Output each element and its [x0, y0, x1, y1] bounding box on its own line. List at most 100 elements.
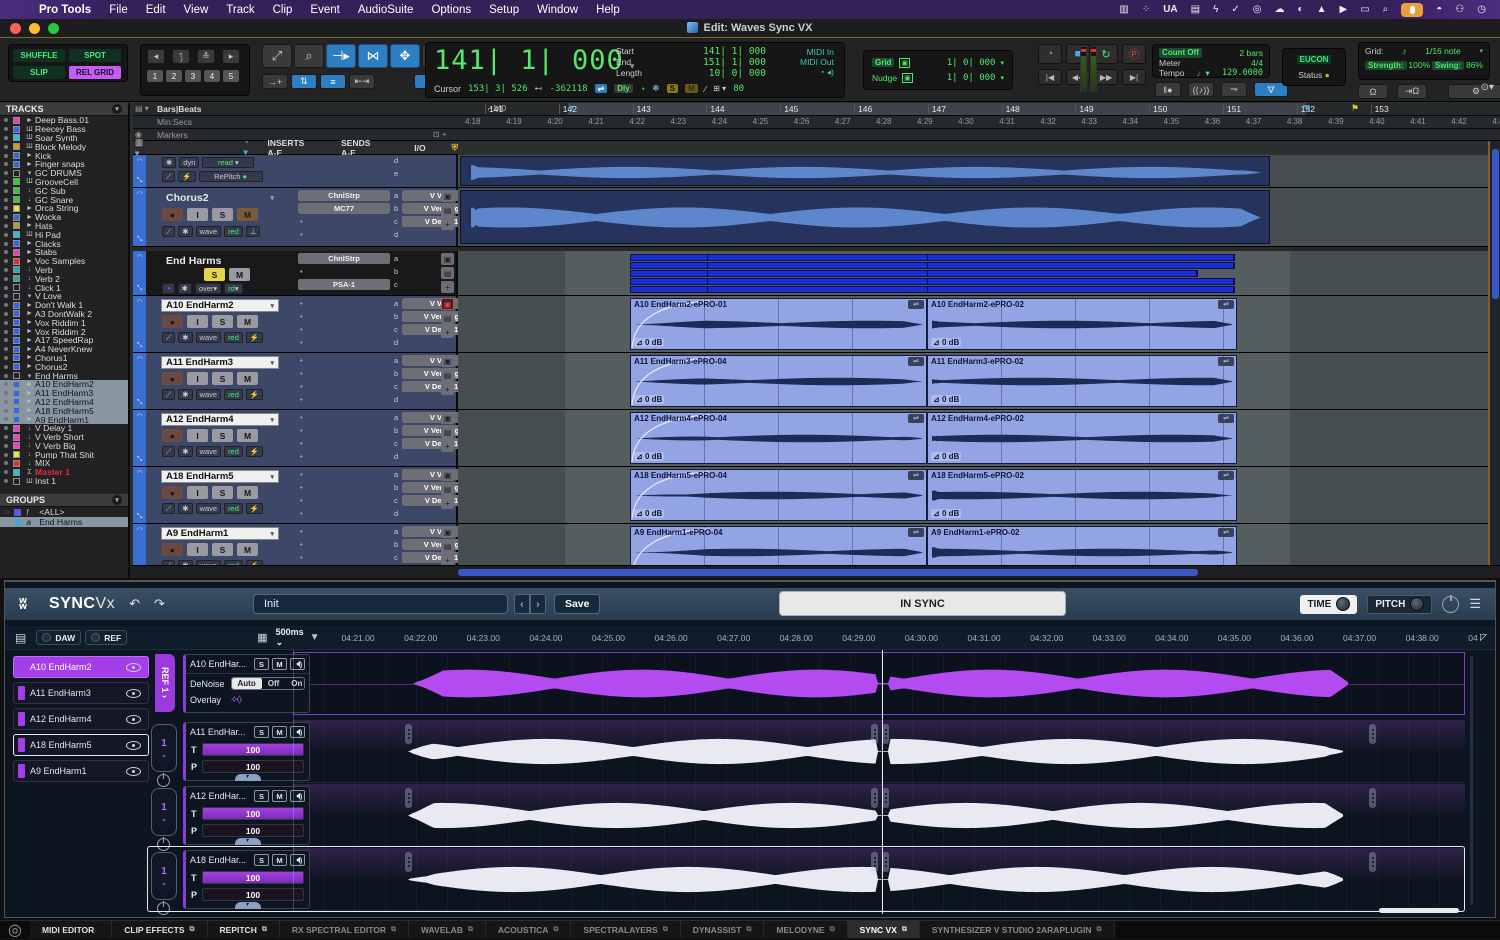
group-name[interactable]: <ALL>	[39, 507, 64, 517]
track-show-dot[interactable]	[4, 154, 8, 158]
track-list-item[interactable]: Ш Reecey Bass	[0, 125, 128, 134]
track-window-button[interactable]: ▣	[441, 190, 454, 202]
track-view-selector[interactable]: wave	[196, 389, 222, 400]
track-list-name[interactable]: Master 1	[35, 468, 70, 477]
mute-button[interactable]: M	[272, 658, 287, 670]
meter-value[interactable]: 4/4	[1251, 58, 1263, 68]
visibility-eye-icon[interactable]	[126, 741, 141, 750]
track-list-name[interactable]: Block Melody	[35, 142, 86, 151]
plugin-tab[interactable]: WAVELAB ⧉	[409, 921, 486, 938]
track-show-dot[interactable]	[4, 294, 8, 298]
playlist-selector[interactable]: red	[224, 332, 243, 343]
track-list-item[interactable]: ↓ Verb 2	[0, 274, 128, 283]
mute-button[interactable]: M	[237, 372, 258, 385]
freeze-icon[interactable]: ⚡	[246, 503, 263, 514]
input-monitor-button[interactable]: I	[187, 372, 208, 385]
plugin-track-chip[interactable]: A10 EndHarm2	[13, 656, 149, 678]
globe-icon[interactable]: ◐	[1298, 4, 1304, 15]
playlist-selector[interactable]: red	[224, 389, 243, 400]
track-list-item[interactable]: ► Vox Riddim 1	[0, 318, 128, 327]
length-value[interactable]: 10| 0| 000	[709, 68, 766, 79]
time-tick[interactable]: 4:36	[1205, 117, 1246, 126]
grid-note-label[interactable]: Grid:	[1365, 46, 1383, 56]
target-track-name[interactable]: A12 EndHar...	[190, 791, 251, 801]
insert-empty[interactable]: •	[298, 355, 390, 366]
solo-button[interactable]: S	[212, 543, 233, 556]
pencil-mode-icon[interactable]: ∕	[705, 84, 707, 94]
microphone-active-icon[interactable]	[1401, 3, 1423, 17]
record-enable-button[interactable]: ●	[162, 372, 183, 385]
track-view-selector[interactable]: wave	[196, 503, 222, 514]
track-list-item[interactable]: ► Deep Bass.01	[0, 116, 128, 125]
swing-label[interactable]: Swing:	[1432, 61, 1464, 70]
mute-button[interactable]: M	[229, 268, 250, 281]
track-list-name[interactable]: GC Snare	[35, 195, 73, 204]
track-show-dot[interactable]	[4, 391, 8, 395]
mute-button[interactable]: M	[237, 429, 258, 442]
automation-mode-button[interactable]: read ▾	[202, 157, 254, 168]
track-lane[interactable]: A9 EndHarm1-ePRO-04 ⇌ ⊿ 0 dB A9 EndHarm1…	[458, 524, 1488, 565]
fader-icon[interactable]: ⟋	[162, 332, 175, 343]
bar-number[interactable]: 146	[854, 104, 928, 114]
time-tick[interactable]: 4:21	[588, 117, 629, 126]
track-list-name[interactable]: A9 EndHarm1	[35, 415, 89, 424]
time-amount-slider[interactable]: 100	[202, 871, 304, 884]
audio-clip[interactable]: A9 EndHarm1-ePRO-02 ⇌ ⊿ 0 dB	[927, 526, 1237, 565]
groups-menu-icon[interactable]: ▾	[112, 495, 122, 505]
sync-handle[interactable]	[405, 788, 412, 808]
comments-button[interactable]: ▤	[441, 426, 454, 438]
track-show-dot[interactable]	[4, 277, 8, 281]
solo-button[interactable]: S	[212, 315, 233, 328]
plugin-track-name[interactable]: A10 EndHarm2	[30, 662, 92, 672]
menu-item-edit[interactable]: Edit	[137, 4, 175, 16]
track-list-name[interactable]: Chorus1	[35, 354, 67, 363]
send-letter[interactable]: d	[394, 509, 402, 518]
return-to-zero-button[interactable]: |◀	[1038, 69, 1062, 85]
audio-clip[interactable]: A11 EndHarm3-ePRO-04 ⇌ ⊿ 0 dB	[630, 355, 927, 407]
track-window-button[interactable]: ▣	[441, 412, 454, 424]
track-name[interactable]: A9 EndHarm1▾	[161, 527, 279, 540]
warp-indicator-icon[interactable]: ⇌	[908, 528, 924, 537]
solo-button[interactable]: S	[254, 658, 269, 670]
selection-start-marker-icon[interactable]: ▼	[567, 103, 576, 113]
track-list-item[interactable]: ► Finger snaps	[0, 160, 128, 169]
stage-manager-icon[interactable]: ▥	[1119, 4, 1128, 15]
min-secs-ruler[interactable]: Min:Secs 4:184:194:204:214:224:234:244:2…	[133, 116, 1500, 129]
plugin-tab[interactable]: CLIP EFFECTS ⧉	[112, 921, 207, 938]
play-circle-icon[interactable]: ▶	[1339, 4, 1347, 15]
add-insert-button[interactable]: +	[441, 497, 454, 509]
zoom-preset-button[interactable]: 5	[223, 70, 239, 82]
plugin-time-tick[interactable]: 04:28.00	[780, 633, 843, 643]
insert-empty[interactable]: •	[298, 526, 390, 537]
solo-button[interactable]: S	[212, 372, 233, 385]
tab-window-icon[interactable]: ⧉	[553, 926, 558, 934]
sync-handle[interactable]	[405, 852, 412, 872]
track-color-strip[interactable]: ◠⤡	[133, 155, 146, 187]
tab-window-icon[interactable]: ⧉	[1097, 926, 1102, 934]
track-name[interactable]: A18 EndHarm5▾	[161, 470, 279, 483]
track-list-name[interactable]: Hi Pad	[35, 230, 61, 239]
track-show-dot[interactable]	[4, 444, 8, 448]
overlay-waveform-icon[interactable]: ⟡⟨⟩	[231, 694, 241, 705]
comments-button[interactable]: ▤	[441, 483, 454, 495]
insert-empty[interactable]: •	[298, 266, 390, 277]
send-letter[interactable]: d	[394, 452, 402, 461]
count-off-value[interactable]: 2 bars	[1239, 48, 1263, 58]
track-show-dot[interactable]	[4, 426, 8, 430]
sync-handle[interactable]	[1369, 788, 1376, 808]
time-tick[interactable]: 4:33	[1081, 117, 1122, 126]
app-status-icon[interactable]: ✓	[1231, 4, 1239, 15]
track-show-dot[interactable]	[4, 250, 8, 254]
track-show-dot[interactable]	[4, 180, 8, 184]
track-show-dot[interactable]	[4, 435, 8, 439]
plugin-time-tick[interactable]: 04:22.00	[404, 633, 467, 643]
time-tick[interactable]: 4:29	[917, 117, 958, 126]
add-insert-button[interactable]: +	[441, 281, 454, 293]
display-icon[interactable]: ⁘	[1142, 4, 1150, 15]
toolbar-target-icon[interactable]: ⊙▾	[1481, 82, 1494, 93]
add-insert-button[interactable]: +	[441, 326, 454, 338]
loop-play-button[interactable]: ↻	[1094, 44, 1118, 64]
track-list-name[interactable]: Click 1	[35, 283, 61, 292]
track-show-dot[interactable]	[4, 162, 8, 166]
track-color-strip[interactable]: ◠⤡	[133, 410, 146, 466]
